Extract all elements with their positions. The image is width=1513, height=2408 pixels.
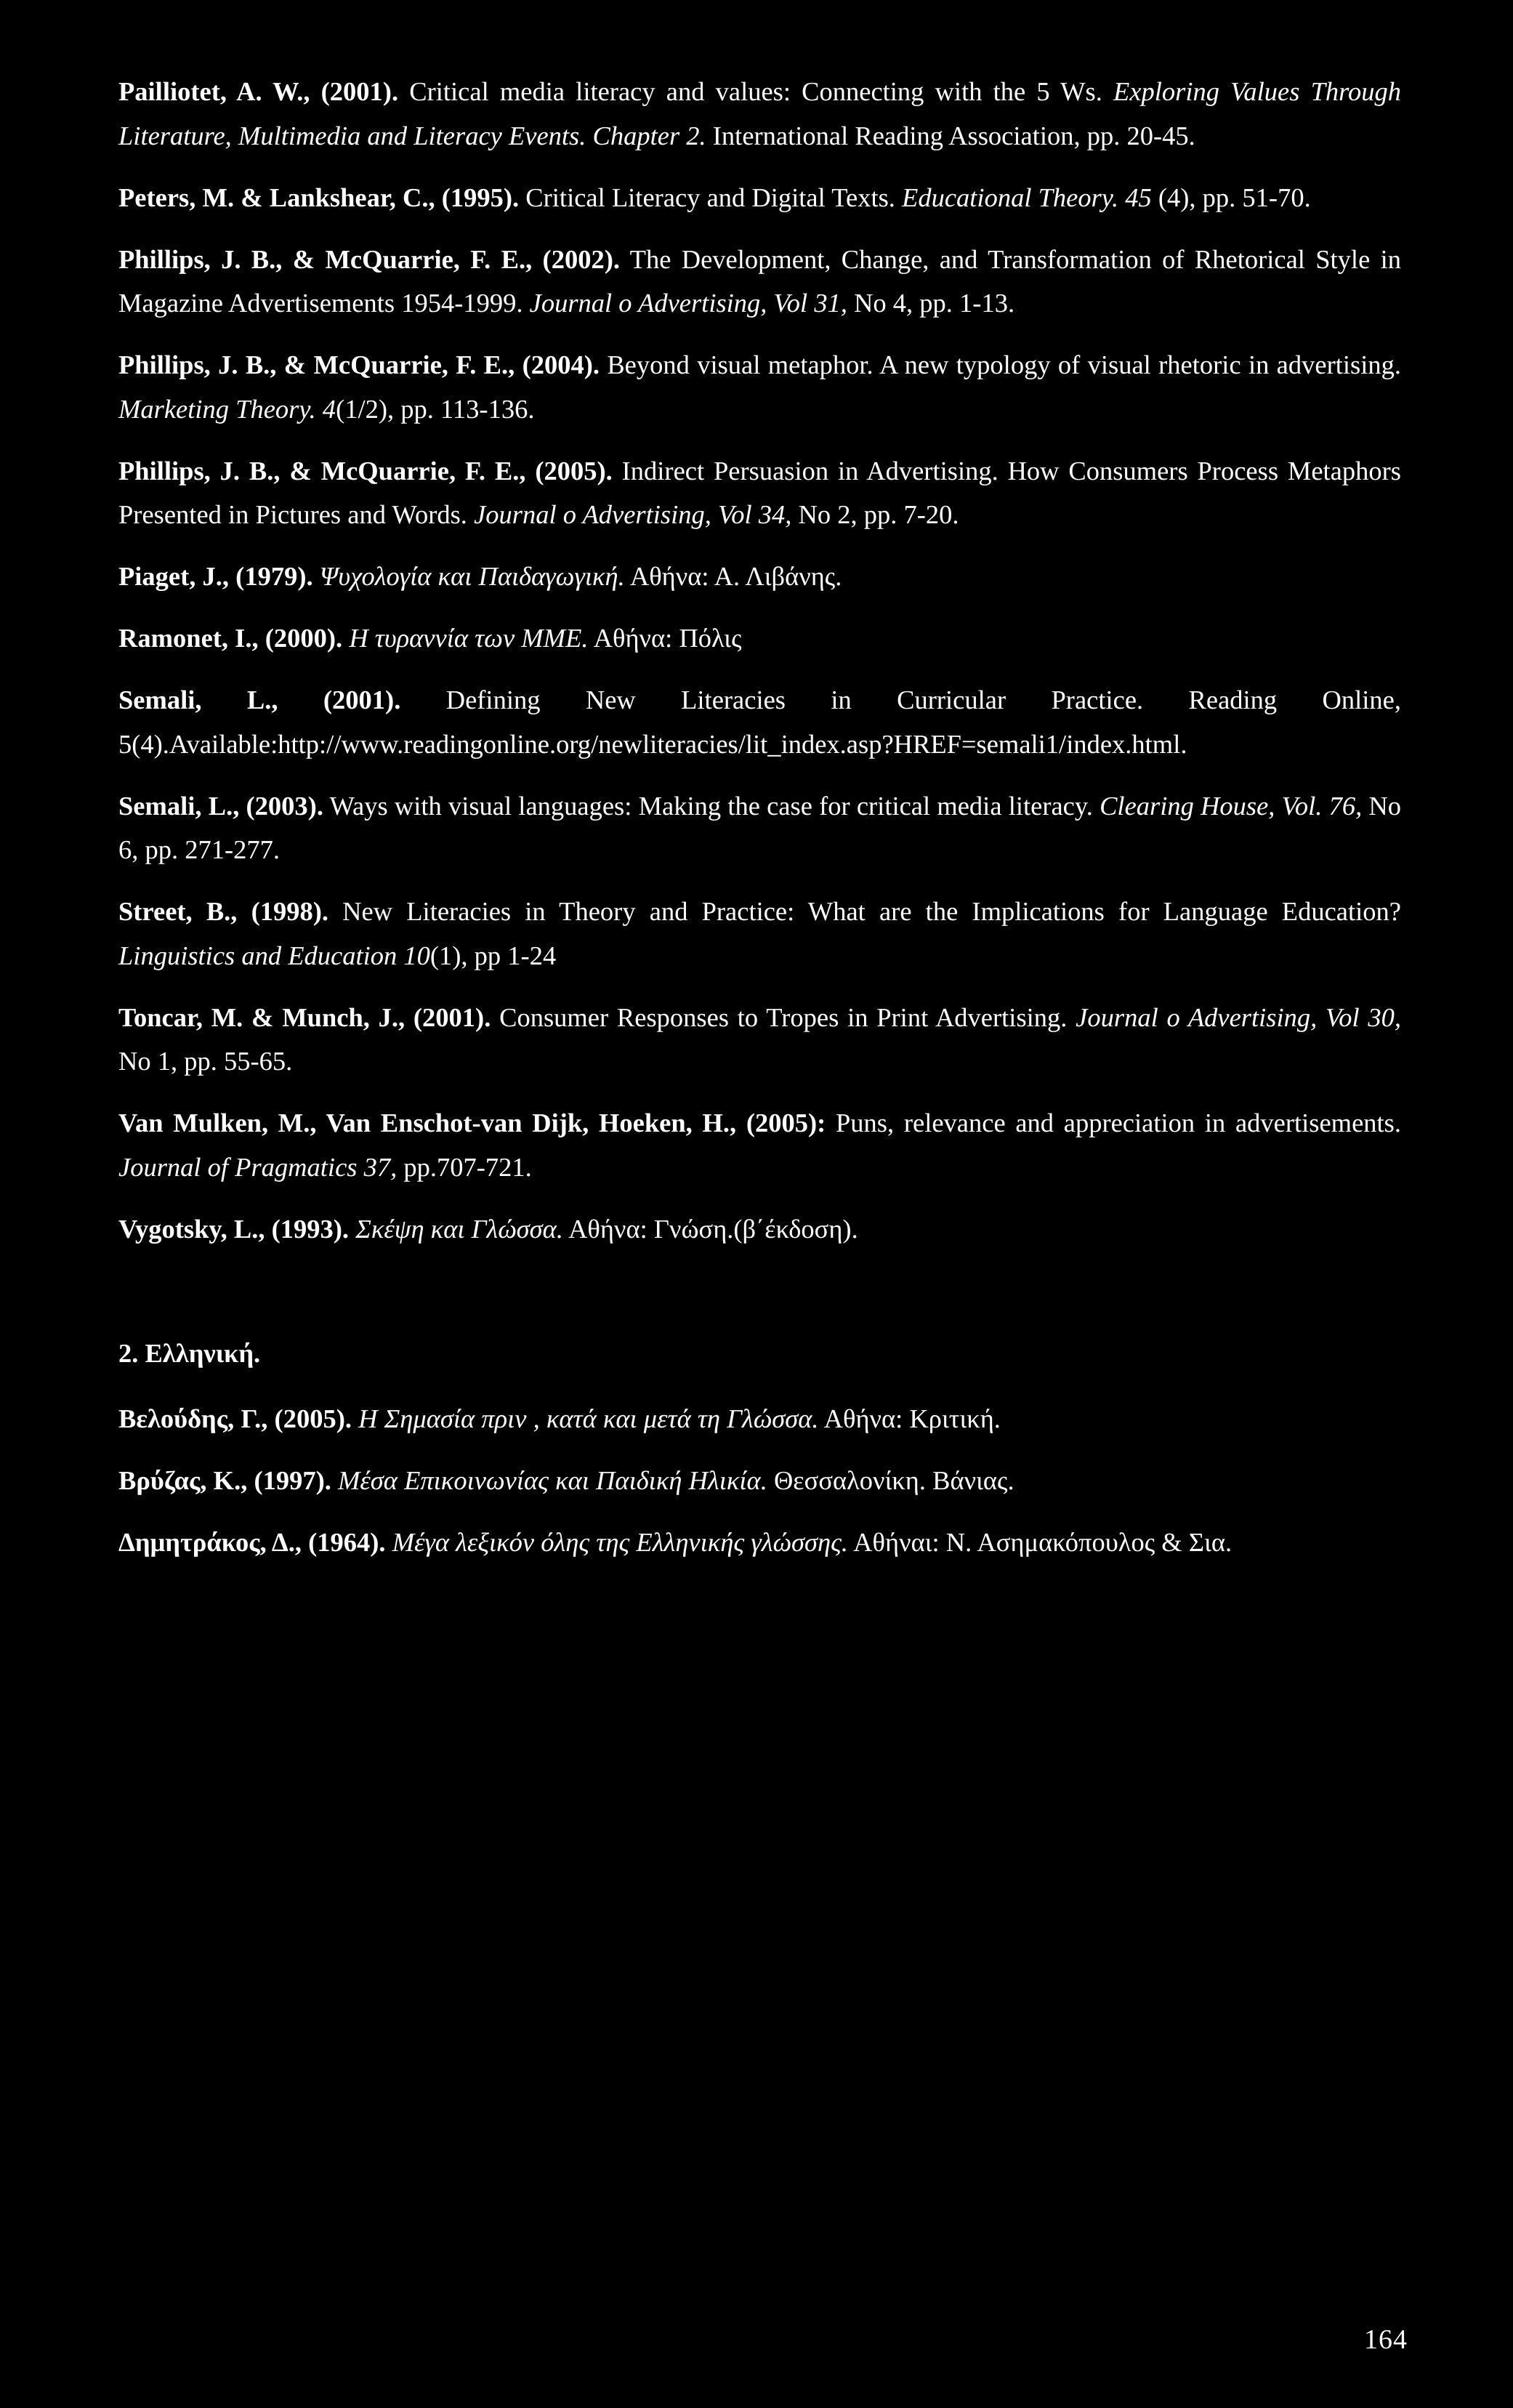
reference-text: New Literacies in Theory and Practice: W… [328, 896, 1401, 926]
reference-text: Critical media literacy and values: Conn… [398, 76, 1114, 106]
reference-title: Η Σημασία πριν , κατά και μετά τη Γλώσσα… [358, 1404, 819, 1433]
reference-text: Consumer Responses to Tropes in Print Ad… [491, 1002, 1076, 1032]
reference-title: Η τυραννία των ΜΜΕ. [349, 623, 589, 653]
reference-source: (4), pp. 51-70. [1151, 182, 1311, 212]
reference-entry: Pailliotet, A. W., (2001). Critical medi… [118, 70, 1401, 158]
reference-entry: Semali, L., (2003). Ways with visual lan… [118, 784, 1401, 872]
reference-text [313, 561, 320, 591]
reference-author: Pailliotet, A. W., (2001). [118, 76, 399, 106]
reference-title: Journal o Advertising, Vol 31, [529, 288, 847, 318]
reference-title: Σκέψη και Γλώσσα. [355, 1213, 563, 1244]
reference-author: Semali, L., (2003). [118, 790, 323, 821]
reference-source: (1/2), pp. 113-136. [336, 393, 535, 424]
reference-author: Van Mulken, M., Van Enschot-van Dijk, Ho… [118, 1108, 826, 1137]
reference-list-column: Pailliotet, A. W., (2001). Critical medi… [118, 70, 1401, 1565]
reference-text: Beyond visual metaphor. A new typology o… [600, 350, 1401, 379]
reference-author: Phillips, J. B., & McQuarrie, F. E., (20… [118, 243, 620, 274]
reference-source: No 1, pp. 55-65. [118, 1046, 293, 1076]
reference-entry: Van Mulken, M., Van Enschot-van Dijk, Ho… [118, 1101, 1401, 1189]
reference-author: Toncar, M. & Munch, J., (2001). [118, 1002, 491, 1032]
reference-author: Ramonet, I., (2000). [118, 623, 343, 653]
reference-text [386, 1527, 392, 1557]
reference-title: Journal o Advertising, Vol 30, [1076, 1002, 1401, 1032]
reference-title: Journal o Advertising, Vol 34, [474, 499, 792, 529]
reference-title: Linguistics and Education 10 [118, 940, 430, 970]
reference-entry: Toncar, M. & Munch, J., (2001). Consumer… [118, 996, 1401, 1084]
reference-title: Μέγα λεξικόν όλης της Ελληνικής γλώσσης. [392, 1527, 849, 1557]
reference-source: No 4, pp. 1-13. [847, 288, 1015, 318]
page-number: 164 [1364, 2324, 1408, 2355]
reference-source: International Reading Association, pp. 2… [706, 120, 1195, 150]
reference-text [349, 1214, 355, 1244]
reference-entry: Phillips, J. B., & McQuarrie, F. E., (20… [118, 449, 1401, 537]
reference-title: Μέσα Επικοινωνίας και Παιδική Ηλικία. [338, 1465, 767, 1495]
reference-author: Βρύζας, Κ., (1997). [118, 1465, 331, 1495]
reference-author: Street, B., (1998). [118, 896, 329, 926]
reference-text [342, 623, 349, 653]
reference-entry: Vygotsky, L., (1993). Σκέψη και Γλώσσα. … [118, 1207, 1401, 1252]
reference-entry: Phillips, J. B., & McQuarrie, F. E., (20… [118, 238, 1401, 326]
reference-entry: Street, B., (1998). New Literacies in Th… [118, 890, 1401, 978]
section-heading-greek: 2. Ελληνική. [118, 1337, 261, 1368]
reference-author: Vygotsky, L., (1993). [118, 1213, 350, 1244]
reference-source: Αθήνα: Πόλις [588, 623, 742, 653]
reference-entry: Δημητράκος, Δ., (1964). Μέγα λεξικόν όλη… [118, 1521, 1401, 1565]
reference-entry: Ramonet, I., (2000). Η τυραννία των ΜΜΕ.… [118, 616, 1401, 661]
reference-text [352, 1404, 358, 1433]
reference-author: Semali, L., (2001). [118, 685, 401, 714]
reference-source: Αθήνα: Α. Λιβάνης. [624, 561, 842, 591]
reference-source: (1), pp 1-24 [429, 940, 557, 970]
reference-author: Δημητράκος, Δ., (1964). [118, 1527, 386, 1557]
reference-source: Αθήναι: Ν. Ασημακόπουλος & Σια. [848, 1527, 1232, 1557]
reference-title: Marketing Theory. 4 [118, 393, 336, 424]
reference-entry: Semali, L., (2001). Defining New Literac… [118, 678, 1401, 766]
reference-text: Puns, relevance and appreciation in adve… [826, 1108, 1401, 1137]
reference-source: Αθήνα: Κριτική. [818, 1404, 1001, 1433]
reference-source: Θεσσαλονίκη. Βάνιας. [767, 1465, 1014, 1495]
reference-entry: Peters, M. & Lankshear, C., (1995). Crit… [118, 176, 1401, 220]
reference-text: Critical Literacy and Digital Texts. [519, 182, 903, 212]
reference-source: No 2, pp. 7-20. [791, 499, 959, 529]
reference-text: Ways with visual languages: Making the c… [323, 790, 1100, 821]
reference-source: pp.707-721. [397, 1151, 532, 1182]
reference-title: Journal of Pragmatics 37, [118, 1151, 398, 1182]
reference-title: Clearing House, Vol. 76, [1100, 790, 1363, 821]
reference-entry: Piaget, J., (1979). Ψυχολογία και Παιδαγ… [118, 555, 1401, 599]
reference-author: Phillips, J. B., & McQuarrie, F. E., (20… [118, 455, 613, 486]
reference-author: Peters, M. & Lankshear, C., (1995). [118, 182, 520, 212]
reference-title: Ψυχολογία και Παιδαγωγική. [319, 561, 625, 591]
reference-text [331, 1465, 338, 1495]
reference-source: Αθήνα: Γνώση.(β΄έκδοση). [562, 1213, 858, 1244]
reference-entry: Βελούδης, Γ., (2005). Η Σημασία πριν , κ… [118, 1397, 1401, 1441]
reference-entry: Βρύζας, Κ., (1997). Μέσα Επικοινωνίας κα… [118, 1459, 1401, 1503]
document-page: Pailliotet, A. W., (2001). Critical medi… [0, 0, 1513, 2408]
reference-author: Phillips, J. B., & McQuarrie, F. E., (20… [118, 350, 600, 379]
reference-entry: Phillips, J. B., & McQuarrie, F. E., (20… [118, 343, 1401, 431]
reference-author: Βελούδης, Γ., (2005). [118, 1404, 352, 1433]
reference-author: Piaget, J., (1979). [118, 561, 313, 591]
reference-title: Educational Theory. 45 [902, 182, 1152, 212]
